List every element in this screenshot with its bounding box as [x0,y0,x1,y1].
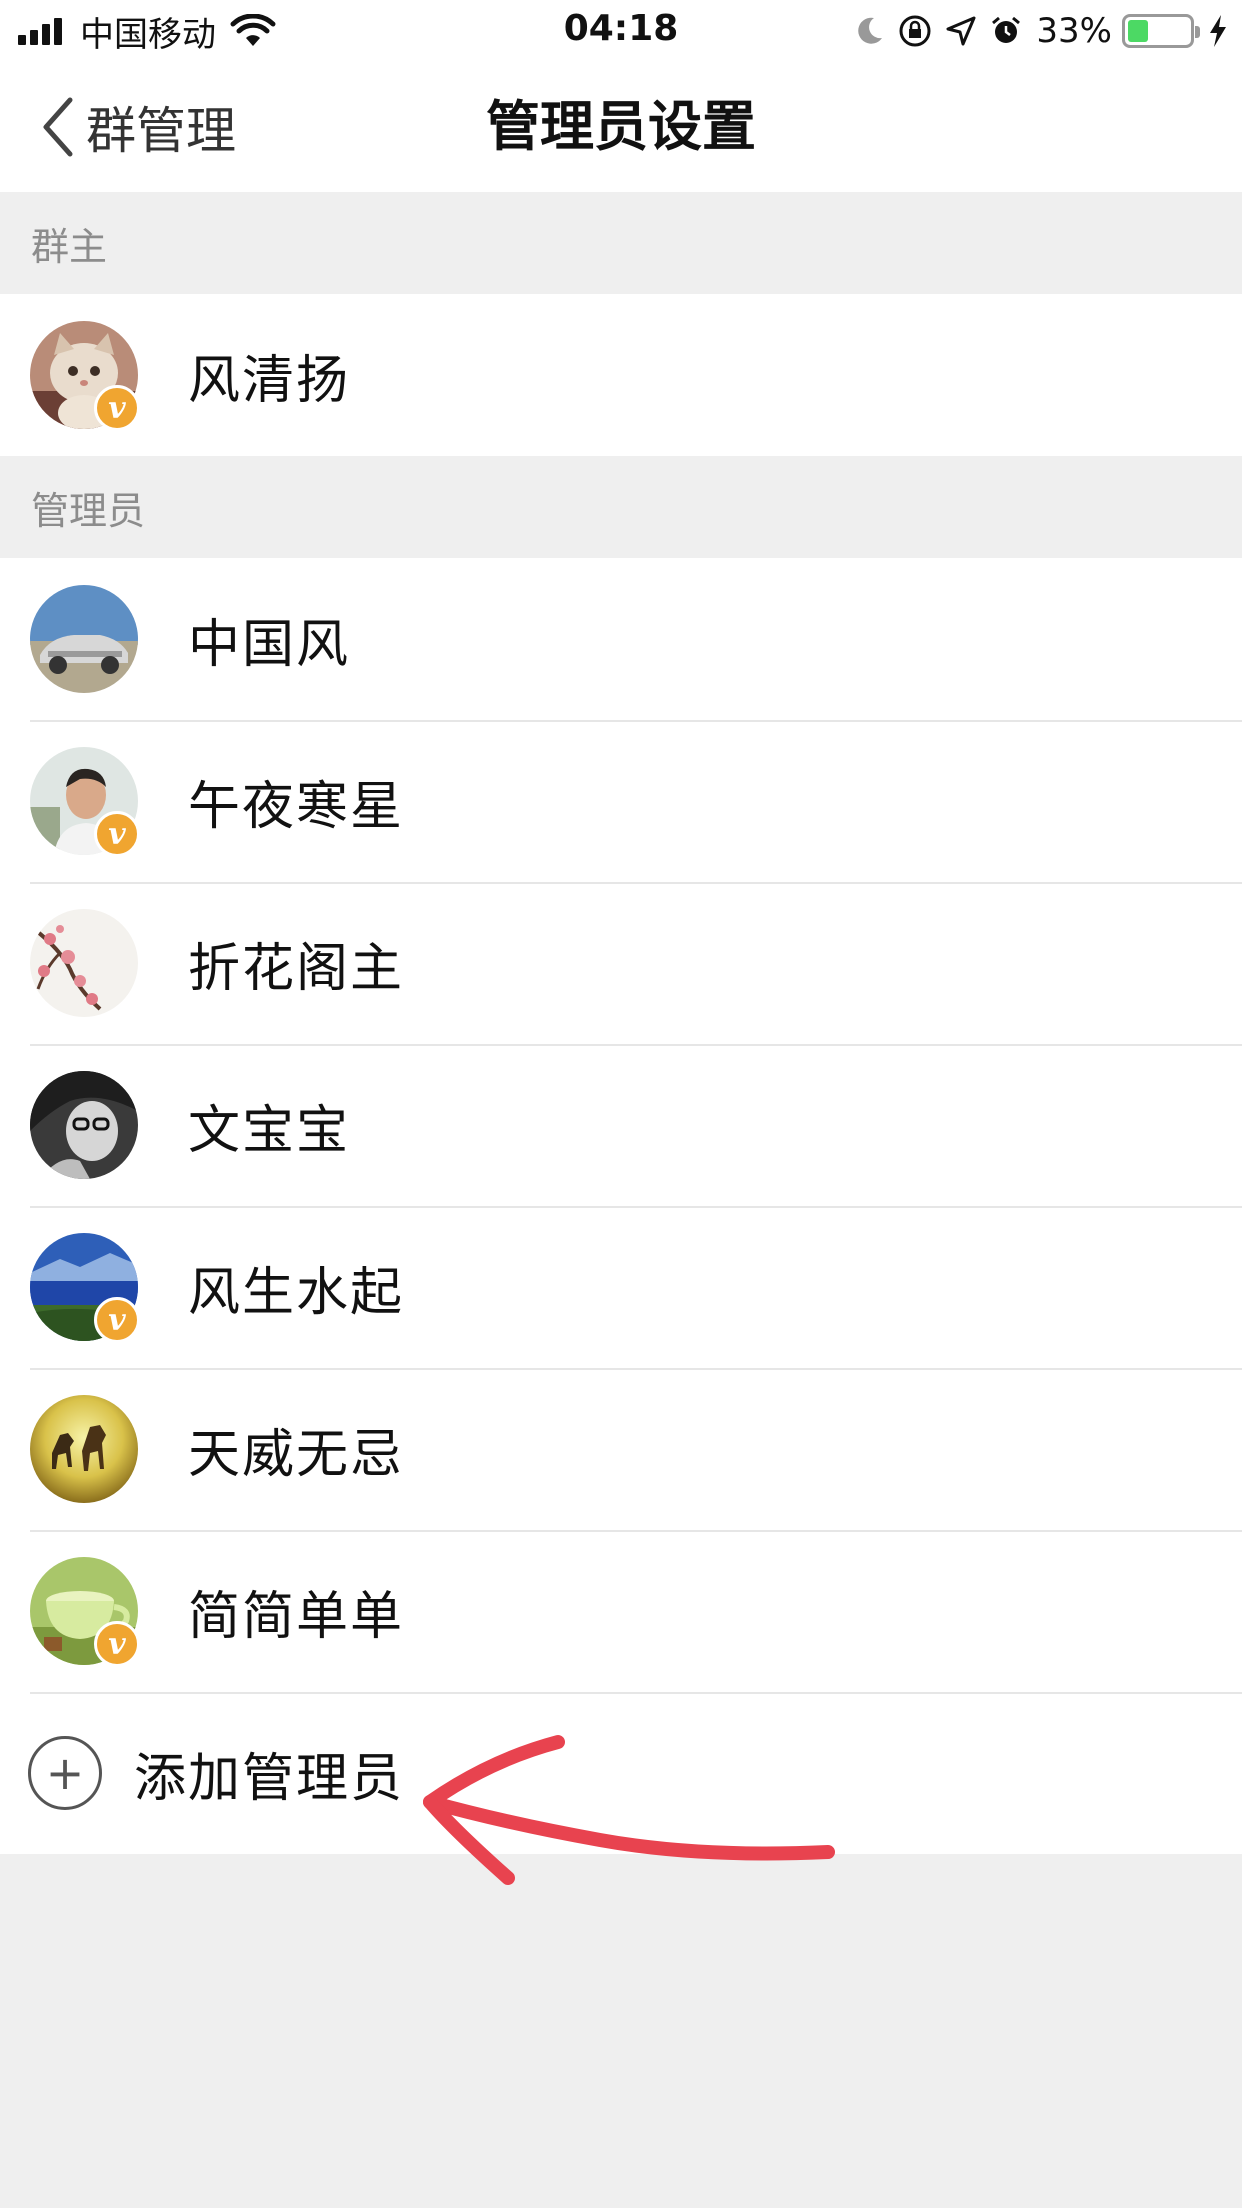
section-header-owner: 群主 [0,192,1242,294]
verified-badge-icon: v [94,1621,140,1667]
member-name: 文宝宝 [188,1100,351,1161]
verified-badge-icon: v [94,1297,140,1343]
avatar [30,909,138,1017]
member-row[interactable]: v 午夜寒星 [0,720,1242,882]
verified-badge-icon: v [94,811,140,857]
member-row[interactable]: v 简简单单 [0,1530,1242,1692]
plus-circle-icon: + [28,1736,102,1810]
verified-badge-icon: v [94,385,140,431]
member-row[interactable]: 文宝宝 [0,1044,1242,1206]
member-name: 折花阁主 [188,938,405,999]
member-row[interactable]: 折花阁主 [0,882,1242,1044]
member-name: 简简单单 [188,1586,405,1647]
moon-icon [858,17,883,44]
member-row[interactable]: v 风清扬 [0,294,1242,456]
avatar: v [30,321,140,431]
member-name: 风清扬 [188,350,351,411]
avatar: v [30,1557,140,1667]
member-name: 中国风 [188,614,351,675]
status-bar: 中国移动 04:18 33% [0,0,1242,62]
plum-blossom-avatar [30,909,138,1017]
member-name: 天威无忌 [188,1424,405,1485]
avatar [30,585,138,693]
member-name: 午夜寒星 [188,776,405,837]
add-admin-label: 添加管理员 [134,1748,405,1809]
charging-icon [1210,15,1226,47]
annotation-arrow-icon [423,1735,835,1885]
admin-list: 中国风 v 午夜寒星 折花阁主 文宝宝 v 风生水起 天威无忌 v 简简单单 +… [0,558,1242,1854]
avatar: v [30,1233,140,1343]
member-name: 风生水起 [188,1262,405,1323]
battery-fill [1128,20,1148,42]
avatar [30,1395,138,1503]
alarm-icon [992,16,1021,43]
avatar: v [30,747,140,857]
rotation-lock-icon [899,15,931,47]
car-avatar [30,585,138,693]
member-row[interactable]: 中国风 [0,558,1242,720]
member-row[interactable]: v 风生水起 [0,1206,1242,1368]
owner-list: v 风清扬 [0,294,1242,456]
navigation-bar: 群管理 管理员设置 [0,62,1242,192]
bw-portrait-avatar [30,1071,138,1179]
section-header-admins: 管理员 [0,456,1242,558]
battery-icon [1122,14,1200,48]
battery-percent: 33% [1036,11,1112,51]
horses-avatar [30,1395,138,1503]
location-icon [946,16,976,46]
avatar [30,1071,138,1179]
member-row[interactable]: 天威无忌 [0,1368,1242,1530]
page-title: 管理员设置 [486,95,756,158]
